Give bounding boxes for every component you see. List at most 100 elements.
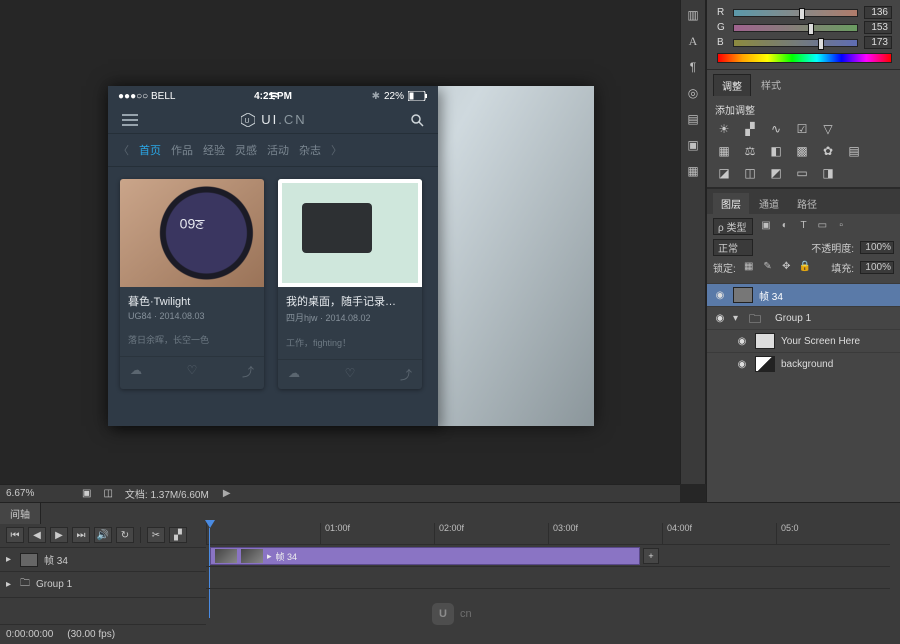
tab-styles[interactable]: 样式 [753,74,789,96]
track-caret-icon[interactable]: ▸ [6,579,14,590]
visibility-icon[interactable]: ◉ [713,313,727,324]
goto-start-icon[interactable]: ⏮ [6,527,24,543]
histogram-icon[interactable]: ▥ [684,6,702,24]
filter-shape-icon[interactable]: ▭ [815,220,829,234]
lock-pixels-icon[interactable]: ▦ [742,261,756,275]
filter-image-icon[interactable]: ▣ [759,220,773,234]
filter-smart-icon[interactable]: ▫ [834,220,848,234]
layer-kind-dropdown[interactable]: ρ 类型 [713,218,753,235]
split-icon[interactable]: ✂ [147,527,165,543]
layer-row-1[interactable]: ◉ ▾ 🗀 Group 1 [707,306,900,329]
value-b[interactable]: 173 [864,36,892,49]
zoom-value[interactable]: 6.67% [6,488,70,499]
bw-icon[interactable]: ◧ [767,143,785,159]
loop-icon[interactable]: ↻ [116,527,134,543]
tabs-prev-icon[interactable]: 〈 [118,142,129,158]
posterize-icon[interactable]: ◫ [741,165,759,181]
prev-frame-icon[interactable]: ◀ [28,527,46,543]
layer-row-0[interactable]: ◉ 帧 34 [707,283,900,306]
slider-b[interactable] [733,39,858,47]
tab-layers[interactable]: 图层 [713,193,749,214]
phone-tab-4[interactable]: 活动 [267,142,289,158]
phone-tab-1[interactable]: 作品 [171,142,193,158]
tab-paths[interactable]: 路径 [789,193,825,214]
track-caret-icon[interactable]: ▸ [6,554,14,565]
filter-type-icon[interactable]: T [797,220,811,234]
track-1[interactable]: ▸ 🗀 Group 1 [0,572,206,598]
play-icon[interactable]: ▶ [50,527,68,543]
current-time[interactable]: 0:00:00:00 [6,629,53,640]
share-icon[interactable]: ⤴ [242,363,254,380]
preview-icon[interactable]: ▣ [82,488,91,499]
hue-strip[interactable] [717,53,892,63]
card-0[interactable]: 暮色·Twilight UG84 · 2014.08.03 落日余晖，长空一色 … [120,179,264,389]
heart-icon[interactable]: ♡ [187,363,198,380]
slider-r[interactable] [733,9,858,17]
canvas-area[interactable]: ●●●○○ BELL 4:21 PM ✱ 22% U UI.CN [0,0,680,484]
lock-all-icon[interactable]: 🔒 [798,261,812,275]
opacity-input[interactable] [860,241,894,254]
slider-g[interactable] [733,24,858,32]
phone-tab-5[interactable]: 杂志 [299,142,321,158]
brightness-icon[interactable]: ☀ [715,121,733,137]
value-r[interactable]: 136 [864,6,892,19]
lookup-icon[interactable]: ▤ [845,143,863,159]
threshold-icon[interactable]: ◩ [767,165,785,181]
audio-icon[interactable]: 🔊 [94,527,112,543]
exposure-icon[interactable]: ☑ [793,121,811,137]
gradient-map-icon[interactable]: ▭ [793,165,811,181]
visibility-icon[interactable]: ◉ [713,290,727,301]
heart-icon[interactable]: ♡ [345,366,356,383]
paragraph-icon[interactable]: ¶ [684,58,702,76]
phone-tab-home[interactable]: 首页 [139,142,161,158]
vibrance-icon[interactable]: ▽ [819,121,837,137]
blend-mode-dropdown[interactable]: 正常 [713,239,753,256]
type-icon[interactable]: A [684,32,702,50]
tab-adjust[interactable]: 调整 [713,74,751,96]
grid-icon[interactable]: ▤ [684,110,702,128]
share-icon[interactable]: ⤴ [400,366,412,383]
layer-row-2[interactable]: ◉ Your Screen Here [707,329,900,352]
card-1[interactable]: 我的桌面，随手记录… 四月hjw · 2014.08.02 工作，fightin… [278,179,422,389]
tabs-next-icon[interactable]: 〉 [331,142,342,158]
menu-icon[interactable] [122,114,138,126]
timeline-ruler[interactable]: 01:00f 02:00f 03:00f 04:00f 05:0 [206,523,890,545]
comment-icon[interactable]: ☁ [130,363,142,380]
lock-move-icon[interactable]: ✥ [779,261,793,275]
tab-channels[interactable]: 通道 [751,193,787,214]
value-g[interactable]: 153 [864,21,892,34]
selective-icon[interactable]: ◨ [819,165,837,181]
next-frame-icon[interactable]: ⏭ [72,527,90,543]
info-arrow-icon[interactable]: ▶ [223,488,231,499]
comment-icon[interactable]: ☁ [288,366,300,383]
note-icon[interactable]: ▣ [684,136,702,154]
search-icon[interactable] [410,113,424,127]
levels-icon[interactable]: ▞ [741,121,759,137]
phone-tab-3[interactable]: 灵感 [235,142,257,158]
visibility-icon[interactable]: ◉ [735,336,749,347]
phone-tab-2[interactable]: 经验 [203,142,225,158]
filter-adjust-icon[interactable]: ◐ [778,220,792,234]
track-0[interactable]: ▸ 帧 34 [0,548,206,572]
invert-icon[interactable]: ◪ [715,165,733,181]
photo-filter-icon[interactable]: ▩ [793,143,811,159]
lock-brush-icon[interactable]: ✎ [761,261,775,275]
measure-icon[interactable]: ◎ [684,84,702,102]
add-clip-button[interactable]: + [643,548,659,564]
balance-icon[interactable]: ⚖ [741,143,759,159]
visibility-icon[interactable]: ◉ [735,359,749,370]
preview-icon-2[interactable]: ◫ [103,488,112,499]
fill-input[interactable] [860,261,894,274]
hue-icon[interactable]: ▦ [715,143,733,159]
folder-caret-icon[interactable]: ▾ [733,313,743,324]
adjust-icons-row2: ▦ ⚖ ◧ ▩ ✿ ▤ [715,143,892,159]
layer-row-3[interactable]: ◉ background [707,352,900,375]
timeline-tab[interactable]: 间轴 [0,503,41,524]
channel-mixer-icon[interactable]: ✿ [819,143,837,159]
timeline-clip[interactable]: ▸ 帧 34 + [210,547,640,565]
curves-icon[interactable]: ∿ [767,121,785,137]
timeline-lane-1[interactable] [206,567,890,589]
swatches-icon[interactable]: ▦ [684,162,702,180]
transition-icon[interactable]: ▞ [169,527,187,543]
timeline-lane-0[interactable]: ▸ 帧 34 + [206,545,890,567]
